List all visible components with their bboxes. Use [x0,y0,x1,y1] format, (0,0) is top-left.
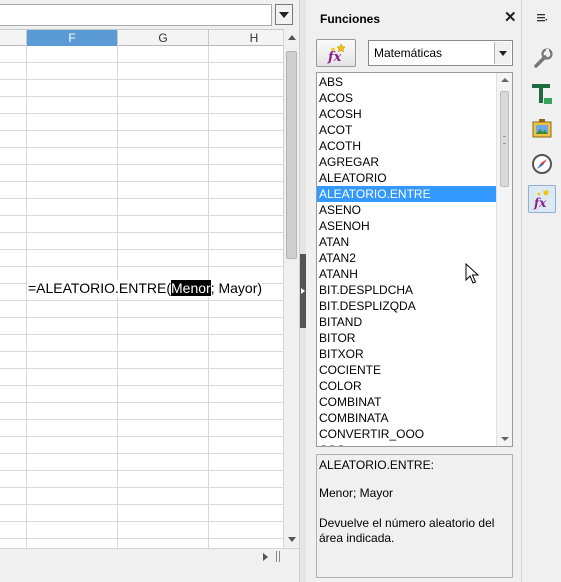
gallery-deck-button[interactable] [528,115,556,143]
gallery-icon [532,119,552,138]
properties-icon [534,48,553,68]
functions-deck-button[interactable]: fx [528,185,556,213]
function-list-item[interactable]: ASENO [317,202,497,218]
function-list-item[interactable]: ATAN [317,234,497,250]
formula-input[interactable] [0,4,272,26]
horizontal-split-handle[interactable] [276,551,280,562]
status-strip [0,564,299,582]
function-list-item[interactable]: BITXOR [317,346,497,362]
formula-highlighted-argument: Menor [171,280,211,296]
sheet-scroll-thumb[interactable] [286,51,297,259]
navigator-icon [532,154,552,174]
sidebar-splitter[interactable] [299,0,306,582]
function-list-item[interactable]: CONVERTIR_OOO [317,426,497,442]
column-header-e[interactable] [0,30,27,46]
navigator-deck-button[interactable] [528,150,556,178]
function-list-items: ABS ACOS ACOSH ACOT ACOTH AGREGAR ALEATORIO ALE… [317,74,497,446]
function-list-item-selected[interactable]: ALEATORIO.ENTRE [317,186,497,202]
function-list-scrollbar[interactable] [496,73,512,446]
styles-deck-button[interactable] [528,80,556,108]
function-list-item[interactable]: COMBINAT [317,394,497,410]
function-list-item[interactable]: COS [317,442,497,446]
functions-icon: fx [533,189,550,210]
function-list[interactable]: ABS ACOS ACOSH ACOT ACOTH AGREGAR ALEATORIO ALE… [316,72,513,447]
function-list-item[interactable]: BITAND [317,314,497,330]
styles-icon [532,84,552,104]
function-list-item[interactable]: ACOS [317,90,497,106]
insert-function-button[interactable]: fx [316,39,356,67]
formula-suffix: ; Mayor) [210,280,263,296]
function-list-item[interactable]: ALEATORIO [317,170,497,186]
formula-prefix: =ALEATORIO.ENTRE( [28,280,172,296]
svg-text:fx: fx [327,50,342,65]
scroll-up-arrow-icon[interactable] [501,78,509,82]
formula-bar [0,0,299,30]
chevron-down-icon[interactable] [494,42,511,64]
panel-title: Funciones [320,12,381,26]
scroll-down-arrow-icon[interactable] [501,437,509,441]
mouse-cursor-icon [465,263,479,284]
category-select-value: Matemáticas [374,46,443,60]
column-header-row: F G H [0,29,300,46]
function-list-item[interactable]: COMBINATA [317,410,497,426]
properties-deck-button[interactable] [528,45,556,73]
function-list-item[interactable]: ACOTH [317,138,497,154]
cell-formula-input[interactable]: =ALEATORIO.ENTRE(Menor; Mayor) [28,280,263,297]
scroll-up-arrow-icon[interactable] [288,35,296,40]
svg-text:fx: fx [533,196,547,210]
category-select[interactable]: Matemáticas [368,40,513,66]
function-list-item[interactable]: ABS [317,74,497,90]
insert-function-icon: fx [327,43,346,65]
function-list-scroll-thumb[interactable] [500,91,509,187]
scroll-down-arrow-icon[interactable] [288,537,296,542]
function-list-item[interactable]: AGREGAR [317,154,497,170]
description-function-name: ALEATORIO.ENTRE: [319,458,434,472]
function-list-item[interactable]: ACOSH [317,106,497,122]
function-list-item[interactable]: ACOT [317,122,497,138]
close-icon[interactable]: ✕ [504,10,517,25]
column-header-f[interactable]: F [27,30,118,46]
sheet-horizontal-scrollbar[interactable] [0,548,299,564]
functions-panel: Funciones ✕ fx Matemáticas ABS ACOS ACOSH A… [306,0,521,582]
sidebar-menu-icon[interactable] [534,10,550,26]
function-list-item[interactable]: COCIENTE [317,362,497,378]
function-description-box: ALEATORIO.ENTRE: Menor; Mayor Devuelve e… [316,454,513,578]
function-list-item[interactable]: ASENOH [317,218,497,234]
cell-grid[interactable]: =ALEATORIO.ENTRE(Menor; Mayor) [0,46,283,548]
expand-formula-bar-button[interactable] [275,4,293,25]
function-list-item[interactable]: COLOR [317,378,497,394]
sheet-vertical-scrollbar[interactable] [283,29,299,548]
description-text: Devuelve el número aleatorio del área in… [319,516,495,545]
scroll-right-arrow-icon[interactable] [263,553,268,561]
column-header-g[interactable]: G [118,30,209,46]
description-arguments: Menor; Mayor [319,486,394,500]
sidebar-deck-tabbar: fx [521,0,561,582]
function-list-item[interactable]: BITOR [317,330,497,346]
function-list-item[interactable]: BIT.DESPLIZQDA [317,298,497,314]
